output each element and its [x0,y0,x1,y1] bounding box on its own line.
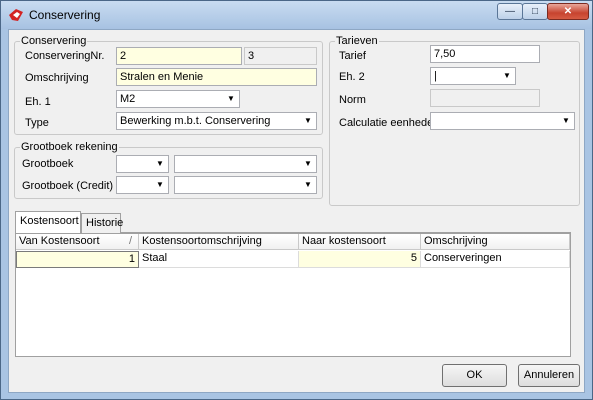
window-title: Conservering [29,8,101,22]
norm-label: Norm [339,94,366,106]
sort-indicator-icon: / [128,235,132,247]
grid-header-naar-kostensoort[interactable]: Naar kostensoort [299,234,421,250]
omschrijving-field[interactable]: Stralen en Menie [116,68,317,86]
dialog-client-area: Conservering ConserveringNr. 2 3 Omschri… [8,29,585,393]
eh2-value: | [434,70,437,82]
conservering-nr-field[interactable]: 2 [116,47,242,65]
app-logo-icon [9,9,23,21]
grootboek-credit-label: Grootboek (Credit) [22,180,114,192]
chevron-down-icon[interactable]: ▼ [153,157,167,171]
eh1-value: M2 [120,93,136,105]
cancel-button[interactable]: Annuleren [518,364,580,387]
tab-kostensoort[interactable]: Kostensoort [15,211,81,233]
eh1-dropdown[interactable]: M2 ▼ [116,90,240,108]
eh1-label: Eh. 1 [25,96,51,108]
type-dropdown[interactable]: Bewerking m.b.t. Conservering ▼ [116,112,317,130]
grid-header-van-kostensoort[interactable]: Van Kostensoort / [16,234,139,250]
type-label: Type [25,117,49,129]
eh2-dropdown[interactable]: | ▼ [430,67,516,85]
tarieven-group-title: Tarieven [335,35,379,47]
grootboek-group-title: Grootboek rekening [20,141,119,153]
calculatie-eenheden-label: Calculatie eenheden [339,117,440,129]
grootboek-credit-dropdown[interactable]: ▼ [116,176,169,194]
chevron-down-icon[interactable]: ▼ [301,114,315,128]
grootboek-credit-desc-dropdown[interactable]: ▼ [174,176,317,194]
conservering-nr-label: ConserveringNr. [25,50,105,62]
type-value: Bewerking m.b.t. Conservering [120,115,271,127]
norm-field [430,89,540,107]
cell-kostensoortomschrijving[interactable]: Staal [139,251,299,268]
grootboek-desc-dropdown[interactable]: ▼ [174,155,317,173]
chevron-down-icon[interactable]: ▼ [153,178,167,192]
cell-omschrijving[interactable]: Conserveringen [421,251,570,268]
tarief-field[interactable]: 7,50 [430,45,540,63]
maximize-button[interactable]: □ [522,3,548,20]
dialog-window: Conservering — □ ✕ Conservering Conserve… [0,0,593,400]
chevron-down-icon[interactable]: ▼ [500,69,514,83]
tab-historie[interactable]: Historie [81,213,123,233]
conservering-group-title: Conservering [20,35,88,47]
ok-button[interactable]: OK [442,364,507,387]
eh2-label: Eh. 2 [339,71,365,83]
grid-header-omschrijving[interactable]: Omschrijving [421,234,570,250]
chevron-down-icon[interactable]: ▼ [301,178,315,192]
cell-van-kostensoort[interactable]: 1 [16,251,139,268]
title-bar[interactable]: Conservering — □ ✕ [1,1,592,29]
chevron-down-icon[interactable]: ▼ [559,114,573,128]
conservering-nr-extra-field: 3 [244,47,317,65]
tarief-label: Tarief [339,50,366,62]
omschrijving-label: Omschrijving [25,72,89,84]
calculatie-eenheden-dropdown[interactable]: ▼ [430,112,575,130]
chevron-down-icon[interactable]: ▼ [301,157,315,171]
chevron-down-icon[interactable]: ▼ [224,92,238,106]
cell-naar-kostensoort[interactable]: 5 [299,251,421,268]
grootboek-label: Grootboek [22,158,74,170]
grootboek-dropdown[interactable]: ▼ [116,155,169,173]
minimize-button[interactable]: — [497,3,523,20]
kostensoort-grid: Van Kostensoort / Kostensoortomschrijvin… [15,233,571,357]
close-button[interactable]: ✕ [547,3,589,20]
grid-header-kostensoortomschrijving[interactable]: Kostensoortomschrijving [139,234,299,250]
